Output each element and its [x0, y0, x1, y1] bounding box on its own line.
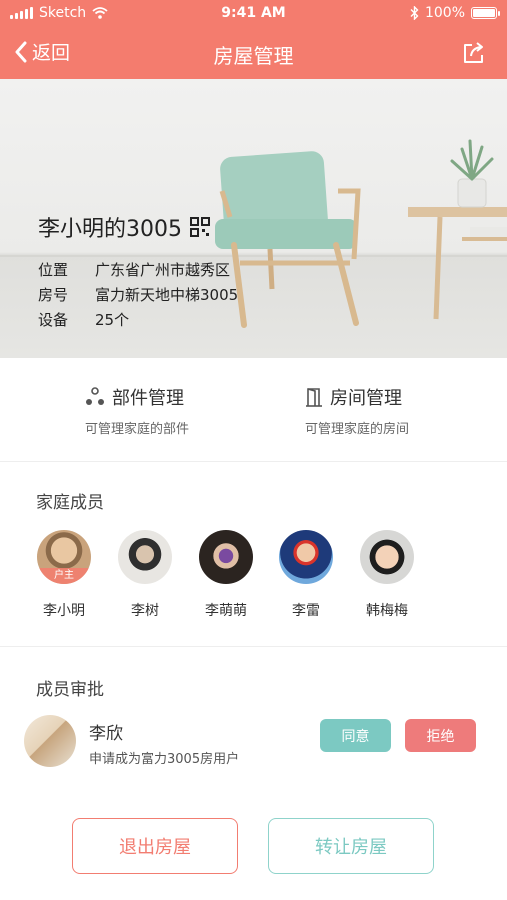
avatar: [118, 530, 172, 584]
request-name: 李欣: [89, 724, 123, 744]
member-item[interactable]: 韩梅梅: [347, 530, 427, 620]
app-header: Sketch 9:41 AM 100% 返回 房屋管理: [0, 0, 507, 79]
avatar: [199, 530, 253, 584]
parts-management-button[interactable]: 部件管理 可管理家庭的部件: [85, 384, 305, 437]
info-row-devices: 设备 25个: [38, 307, 238, 332]
room-management-button[interactable]: 房间管理 可管理家庭的房间: [305, 384, 507, 437]
room-door-icon: [306, 388, 322, 407]
room-management-label: 房间管理: [330, 388, 402, 409]
house-name-text: 李小明的3005: [38, 217, 182, 242]
info-key: 位置: [38, 261, 69, 279]
member-item[interactable]: 李萌萌: [186, 530, 266, 620]
member-item[interactable]: 李树: [105, 530, 185, 620]
info-value: 广东省广州市越秀区: [95, 261, 231, 279]
room-management-subtitle: 可管理家庭的房间: [305, 422, 410, 437]
owner-badge: 户主: [37, 568, 91, 584]
battery-icon: [471, 7, 500, 19]
family-section: 家庭成员 户主 李小明 李树 李萌萌 李雷 韩梅梅: [0, 462, 507, 647]
member-name: 李雷: [292, 603, 320, 619]
family-title: 家庭成员: [36, 493, 104, 513]
battery-label: 100%: [424, 5, 465, 21]
info-key: 设备: [38, 311, 69, 329]
transfer-house-button[interactable]: 转让房屋: [268, 818, 434, 874]
member-name: 韩梅梅: [366, 603, 408, 619]
info-row-room: 房号 富力新天地中梯3005: [38, 282, 238, 307]
share-icon: [464, 42, 483, 63]
house-hero: 李小明的3005 位置 广东省广州市越秀区 房号 富力新天地中梯3005 设备 …: [0, 79, 507, 358]
parts-management-title: 部件管理: [85, 384, 305, 410]
avatar: [279, 530, 333, 584]
page-title: 房屋管理: [213, 44, 294, 68]
info-value: 富力新天地中梯3005: [95, 286, 239, 304]
parts-management-label: 部件管理: [112, 388, 184, 409]
avatar: [24, 715, 76, 767]
member-item[interactable]: 李雷: [266, 530, 346, 620]
exit-house-button[interactable]: 退出房屋: [72, 818, 238, 874]
agree-button[interactable]: 同意: [320, 719, 391, 752]
room-management-title: 房间管理: [305, 384, 507, 410]
avatar: [360, 530, 414, 584]
status-bar: Sketch 9:41 AM 100%: [0, 0, 507, 28]
status-right: 100%: [410, 5, 500, 21]
parts-icon: [86, 387, 104, 405]
info-value: 25个: [95, 311, 130, 329]
bluetooth-icon: [410, 6, 419, 20]
reject-button[interactable]: 拒绝: [405, 719, 476, 752]
info-row-location: 位置 广东省广州市越秀区: [38, 257, 238, 282]
member-name: 李树: [131, 603, 159, 619]
parts-management-subtitle: 可管理家庭的部件: [85, 422, 190, 437]
share-button[interactable]: [461, 40, 487, 70]
approval-title: 成员审批: [36, 680, 104, 700]
approval-section: 成员审批 李欣 申请成为富力3005房用户 同意 拒绝: [0, 647, 507, 797]
member-name: 李萌萌: [205, 603, 247, 619]
member-name: 李小明: [43, 603, 85, 619]
house-name: 李小明的3005: [38, 211, 210, 243]
nav-bar: 返回 房屋管理: [0, 28, 507, 79]
avatar: 户主: [37, 530, 91, 584]
qr-code-icon[interactable]: [190, 217, 210, 237]
house-info: 位置 广东省广州市越秀区 房号 富力新天地中梯3005 设备 25个: [38, 257, 238, 332]
management-section: 部件管理 可管理家庭的部件 房间管理 可管理家庭的房间: [0, 358, 507, 462]
info-key: 房号: [38, 286, 69, 304]
member-item[interactable]: 户主 李小明: [24, 530, 104, 620]
request-description: 申请成为富力3005房用户: [89, 752, 240, 767]
